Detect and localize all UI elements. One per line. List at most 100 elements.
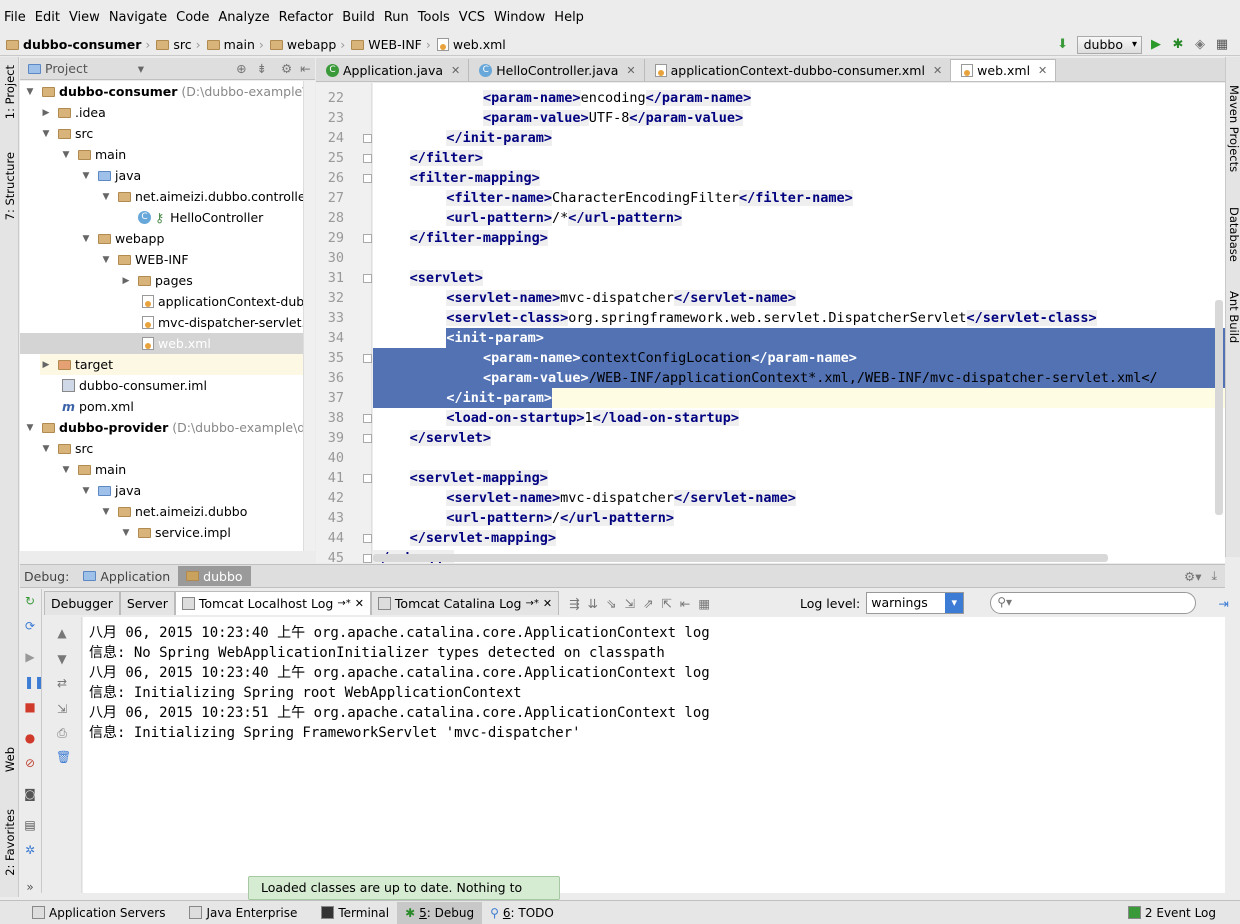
crumb-web-inf[interactable]: WEB-INF › <box>351 37 431 52</box>
fold-marker-icon[interactable] <box>363 354 372 363</box>
tab-tomcat-catalina-log[interactable]: Tomcat Catalina Log →* ✕ <box>370 591 560 615</box>
expand-icon[interactable]: ▼ <box>80 486 92 496</box>
tree-item[interactable]: m pom.xml <box>62 396 134 417</box>
editor-gutter[interactable]: 22 23 24 25 26 27 28 29 30 31 32 33 34 35 36 37 38 39 40 41… <box>316 83 372 566</box>
tree-item[interactable]: ▶ .idea <box>40 102 106 123</box>
project-view-select[interactable]: Project <box>45 61 88 76</box>
chevron-down-icon[interactable]: ▾ <box>138 61 144 76</box>
tree-item[interactable]: ▼ service.impl <box>120 522 231 543</box>
tool-tab-project[interactable]: 1: Project <box>3 65 17 119</box>
tool-event-log[interactable]: 2 Event Log <box>1120 902 1224 924</box>
collapse-icon[interactable]: ⇟ <box>257 61 267 76</box>
fold-marker-icon[interactable] <box>363 434 372 443</box>
tree-item[interactable]: mvc-dispatcher-servlet.x <box>142 312 303 333</box>
tree-item[interactable]: dubbo-consumer.iml <box>62 375 207 396</box>
resume-update-icon[interactable]: ⟳ <box>24 620 36 632</box>
tree-item[interactable]: ▼ net.aimeizi.dubbo <box>100 501 248 522</box>
collapse-arrow-icon[interactable]: ▶ <box>40 360 52 370</box>
close-icon[interactable]: ✕ <box>933 64 942 77</box>
mute-breakpoints-icon[interactable]: ⊘ <box>24 757 36 769</box>
reload-notification[interactable]: Loaded classes are up to date. Nothing t… <box>248 876 560 917</box>
pause-icon[interactable]: ❚❚ <box>24 676 44 688</box>
expand-icon[interactable]: ▼ <box>100 255 112 265</box>
expand-icon[interactable]: ▼ <box>100 507 112 517</box>
tree-item[interactable]: ▼ src <box>40 123 94 144</box>
menu-window[interactable]: Window <box>494 10 545 25</box>
tree-item[interactable]: applicationContext-dubb <box>142 291 303 312</box>
project-structure-icon[interactable]: ▦ <box>1214 37 1230 53</box>
stop-icon[interactable]: ■ <box>24 701 36 713</box>
trash-icon[interactable]: 🗑 <box>56 751 71 763</box>
code-editor[interactable]: <param-name>encoding</param-name> <param-… <box>373 83 1225 563</box>
tree-item[interactable]: ▼ java <box>80 165 142 186</box>
layout-icon[interactable]: ▤ <box>24 819 36 831</box>
expand-icon[interactable]: ▼ <box>120 528 132 538</box>
close-icon[interactable]: ✕ <box>626 64 635 77</box>
expand-icon[interactable]: ▼ <box>60 150 72 160</box>
tool-tab-favorites[interactable]: 2: Favorites <box>3 809 17 876</box>
resume-icon[interactable]: ▶ <box>24 651 36 663</box>
tab-server[interactable]: Server <box>119 591 175 615</box>
tool-java-enterprise[interactable]: Java Enterprise <box>181 902 305 924</box>
editor-horizontal-scrollbar[interactable] <box>373 554 1108 562</box>
tab-debugger[interactable]: Debugger <box>44 591 120 615</box>
hide-icon[interactable]: ⤓ <box>1211 568 1217 584</box>
tree-item[interactable]: ▼ main <box>60 459 127 480</box>
tab-application-java[interactable]: C Application.java ✕ <box>316 59 470 81</box>
rerun-icon[interactable]: ↻ <box>24 595 36 607</box>
close-icon[interactable]: ✕ <box>451 64 460 77</box>
fold-marker-icon[interactable] <box>363 174 372 183</box>
fold-marker-icon[interactable] <box>363 414 372 423</box>
close-icon[interactable]: ✕ <box>543 597 552 610</box>
more-icon[interactable]: » <box>24 881 36 893</box>
fold-marker-icon[interactable] <box>363 274 372 283</box>
editor-vertical-scrollbar[interactable] <box>1215 300 1223 515</box>
expand-icon[interactable]: ▼ <box>80 234 92 244</box>
expand-icon[interactable]: ▼ <box>60 465 72 475</box>
project-scrollbar[interactable] <box>303 81 315 551</box>
menu-code[interactable]: Code <box>176 10 209 25</box>
tool-debug[interactable]: ✱ 5: Debug <box>397 901 483 924</box>
menu-run[interactable]: Run <box>384 10 409 25</box>
tree-item[interactable]: ▼ webapp <box>80 228 165 249</box>
crumb-webapp[interactable]: webapp › <box>269 37 345 52</box>
log-level-select[interactable]: warnings <box>866 592 965 614</box>
tool-app-servers[interactable]: Application Servers <box>24 902 173 924</box>
expand-icon[interactable]: ▼ <box>40 129 52 139</box>
pin-icon[interactable]: →* <box>337 598 350 609</box>
tool-tab-database[interactable]: Database <box>1227 207 1240 262</box>
fold-marker-icon[interactable] <box>363 154 372 163</box>
tree-item[interactable]: ▼ main <box>60 144 127 165</box>
debug-icon[interactable]: ✱ <box>1170 37 1186 53</box>
tab-applicationcontext-xml[interactable]: applicationContext-dubbo-consumer.xml ✕ <box>644 59 952 81</box>
menu-help[interactable]: Help <box>554 10 584 25</box>
crumb-project[interactable]: dubbo-consumer › <box>6 37 150 52</box>
camera-icon[interactable]: ◙ <box>24 788 36 800</box>
coverage-icon[interactable]: ◈ <box>1192 37 1208 53</box>
crumb-main[interactable]: main › <box>206 37 264 52</box>
menu-file[interactable]: File <box>4 10 26 25</box>
tree-item[interactable]: ▼ dubbo-consumer (D:\dubbo-example\du <box>24 81 303 102</box>
collapse-arrow-icon[interactable]: ▶ <box>120 276 132 286</box>
fold-marker-icon[interactable] <box>363 554 372 563</box>
tree-item[interactable]: ▼ java <box>80 480 142 501</box>
tree-item[interactable]: ▶ target <box>40 354 303 375</box>
tree-item[interactable]: ▼ net.aimeizi.dubbo.controller <box>100 186 303 207</box>
tree-item-selected[interactable]: web.xml <box>20 333 303 354</box>
build-icon[interactable]: ⬇ <box>1055 37 1071 53</box>
tree-item[interactable]: ▼ dubbo-provider (D:\dubbo-example\dub <box>24 417 303 438</box>
tree-item[interactable]: ▼ src <box>40 438 94 459</box>
fold-marker-icon[interactable] <box>363 134 372 143</box>
expand-icon[interactable]: ▼ <box>24 87 36 97</box>
fold-marker-icon[interactable] <box>363 234 372 243</box>
step-toolbar-icons[interactable]: ⇶⇊⇘⇲⇗⇱⇤▦ <box>569 596 718 611</box>
fold-marker-icon[interactable] <box>363 474 372 483</box>
tool-terminal[interactable]: Terminal <box>313 902 397 924</box>
menu-analyze[interactable]: Analyze <box>218 10 269 25</box>
tab-web-xml[interactable]: web.xml ✕ <box>951 59 1057 81</box>
menu-edit[interactable]: Edit <box>35 10 60 25</box>
gear-icon[interactable]: ⚙ <box>281 61 292 76</box>
debug-session-dubbo[interactable]: dubbo <box>178 566 251 586</box>
hide-icon[interactable]: ⇤ <box>300 61 310 76</box>
gear-icon[interactable]: ⚙▾ <box>1184 569 1201 584</box>
